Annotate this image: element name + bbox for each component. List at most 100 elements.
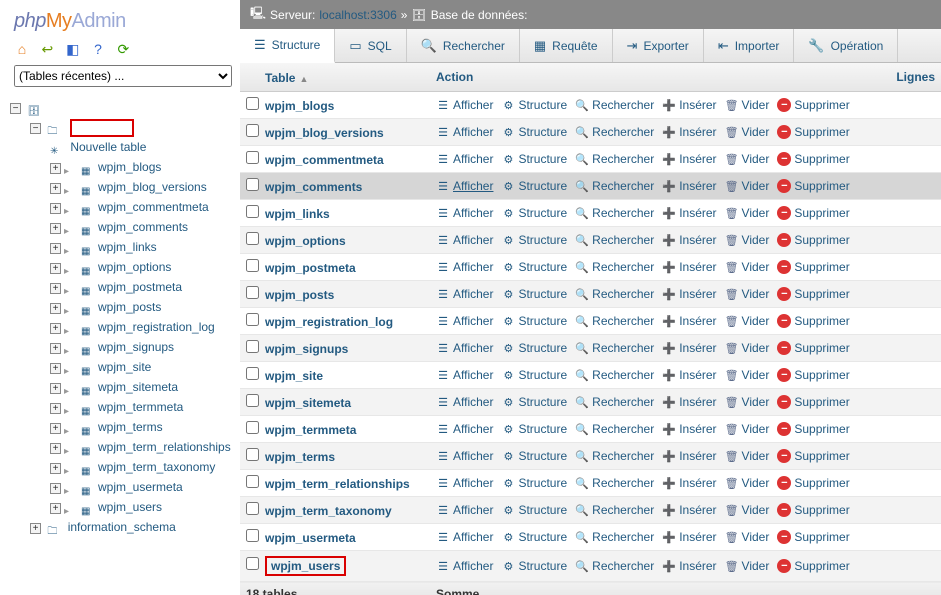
table-name-link[interactable]: wpjm_usermeta: [265, 531, 356, 545]
search-action[interactable]: 🔍Rechercher: [575, 503, 654, 517]
tab-structure[interactable]: ☰Structure: [240, 29, 335, 63]
expand-icon[interactable]: +: [50, 223, 61, 234]
search-action[interactable]: 🔍Rechercher: [575, 206, 654, 220]
search-action[interactable]: 🔍Rechercher: [575, 368, 654, 382]
drop-action[interactable]: −Supprimer: [777, 395, 849, 409]
browse-action[interactable]: ☰Afficher: [436, 530, 493, 544]
sidebar-table-link[interactable]: wpjm_registration_log: [98, 320, 215, 334]
search-action[interactable]: 🔍Rechercher: [575, 260, 654, 274]
row-checkbox[interactable]: [246, 151, 259, 164]
empty-action[interactable]: 🗑Vider: [725, 476, 770, 490]
browse-action[interactable]: ☰Afficher: [436, 395, 493, 409]
expand-icon[interactable]: +: [50, 423, 61, 434]
insert-action[interactable]: ➕Insérer: [662, 395, 716, 409]
structure-action[interactable]: ⚙Structure: [501, 152, 567, 166]
drop-action[interactable]: −Supprimer: [777, 476, 849, 490]
empty-action[interactable]: 🗑Vider: [725, 530, 770, 544]
help-icon[interactable]: ?: [90, 41, 106, 57]
table-name-link[interactable]: wpjm_sitemeta: [265, 396, 351, 410]
row-checkbox[interactable]: [246, 421, 259, 434]
expand-icon[interactable]: +: [30, 523, 41, 534]
row-checkbox[interactable]: [246, 313, 259, 326]
structure-action[interactable]: ⚙Structure: [501, 395, 567, 409]
new-table[interactable]: ✳ Nouvelle table: [50, 137, 240, 157]
table-name-link[interactable]: wpjm_blogs: [265, 99, 334, 113]
tab-import[interactable]: ⇤Importer: [704, 29, 795, 62]
search-action[interactable]: 🔍Rechercher: [575, 179, 654, 193]
browse-action[interactable]: ☰Afficher: [436, 422, 493, 436]
logout-icon[interactable]: ↩: [39, 41, 55, 57]
search-action[interactable]: 🔍Rechercher: [575, 98, 654, 112]
insert-action[interactable]: ➕Insérer: [662, 368, 716, 382]
row-checkbox[interactable]: [246, 475, 259, 488]
collapse-icon[interactable]: −: [10, 103, 21, 114]
drop-action[interactable]: −Supprimer: [777, 314, 849, 328]
browse-action[interactable]: ☰Afficher: [436, 152, 493, 166]
row-checkbox[interactable]: [246, 529, 259, 542]
sidebar-table-link[interactable]: wpjm_commentmeta: [98, 200, 209, 214]
expand-icon[interactable]: +: [50, 303, 61, 314]
browse-action[interactable]: ☰Afficher: [436, 559, 493, 573]
row-checkbox[interactable]: [246, 367, 259, 380]
row-checkbox[interactable]: [246, 205, 259, 218]
sidebar-table-link[interactable]: wpjm_signups: [98, 340, 174, 354]
structure-action[interactable]: ⚙Structure: [501, 341, 567, 355]
insert-action[interactable]: ➕Insérer: [662, 206, 716, 220]
browse-action[interactable]: ☰Afficher: [436, 233, 493, 247]
insert-action[interactable]: ➕Insérer: [662, 152, 716, 166]
empty-action[interactable]: 🗑Vider: [725, 98, 770, 112]
browse-action[interactable]: ☰Afficher: [436, 449, 493, 463]
structure-action[interactable]: ⚙Structure: [501, 530, 567, 544]
tab-export[interactable]: ⇥Exporter: [613, 29, 704, 62]
row-checkbox[interactable]: [246, 448, 259, 461]
drop-action[interactable]: −Supprimer: [777, 179, 849, 193]
expand-icon[interactable]: +: [50, 263, 61, 274]
structure-action[interactable]: ⚙Structure: [501, 233, 567, 247]
drop-action[interactable]: −Supprimer: [777, 368, 849, 382]
empty-action[interactable]: 🗑Vider: [725, 206, 770, 220]
sidebar-table-link[interactable]: wpjm_blogs: [98, 160, 161, 174]
structure-action[interactable]: ⚙Structure: [501, 206, 567, 220]
search-action[interactable]: 🔍Rechercher: [575, 476, 654, 490]
expand-icon[interactable]: +: [50, 183, 61, 194]
reload-icon[interactable]: ⟳: [115, 41, 131, 57]
insert-action[interactable]: ➕Insérer: [662, 233, 716, 247]
table-name-link[interactable]: wpjm_posts: [265, 288, 334, 302]
browse-action[interactable]: ☰Afficher: [436, 125, 493, 139]
search-action[interactable]: 🔍Rechercher: [575, 530, 654, 544]
insert-action[interactable]: ➕Insérer: [662, 260, 716, 274]
table-name-link[interactable]: wpjm_term_taxonomy: [265, 504, 392, 518]
row-checkbox[interactable]: [246, 259, 259, 272]
sidebar-table-link[interactable]: wpjm_postmeta: [98, 280, 182, 294]
insert-action[interactable]: ➕Insérer: [662, 476, 716, 490]
row-checkbox[interactable]: [246, 97, 259, 110]
sidebar-table-link[interactable]: wpjm_comments: [98, 220, 188, 234]
empty-action[interactable]: 🗑Vider: [725, 449, 770, 463]
table-name-link[interactable]: wpjm_term_relationships: [265, 477, 410, 491]
structure-action[interactable]: ⚙Structure: [501, 179, 567, 193]
drop-action[interactable]: −Supprimer: [777, 152, 849, 166]
expand-icon[interactable]: +: [50, 363, 61, 374]
tab-search[interactable]: 🔍Rechercher: [407, 29, 520, 62]
table-name-link[interactable]: wpjm_blog_versions: [265, 126, 384, 140]
expand-icon[interactable]: +: [50, 323, 61, 334]
structure-action[interactable]: ⚙Structure: [501, 287, 567, 301]
structure-action[interactable]: ⚙Structure: [501, 125, 567, 139]
drop-action[interactable]: −Supprimer: [777, 260, 849, 274]
drop-action[interactable]: −Supprimer: [777, 559, 849, 573]
search-action[interactable]: 🔍Rechercher: [575, 314, 654, 328]
empty-action[interactable]: 🗑Vider: [725, 368, 770, 382]
browse-action[interactable]: ☰Afficher: [436, 503, 493, 517]
expand-icon[interactable]: +: [50, 203, 61, 214]
insert-action[interactable]: ➕Insérer: [662, 314, 716, 328]
table-name-link[interactable]: wpjm_users: [265, 556, 346, 576]
expand-icon[interactable]: +: [50, 503, 61, 514]
table-name-link[interactable]: wpjm_terms: [265, 450, 335, 464]
insert-action[interactable]: ➕Insérer: [662, 179, 716, 193]
drop-action[interactable]: −Supprimer: [777, 233, 849, 247]
empty-action[interactable]: 🗑Vider: [725, 503, 770, 517]
table-name-link[interactable]: wpjm_signups: [265, 342, 348, 356]
browse-action[interactable]: ☰Afficher: [436, 179, 493, 193]
browse-action[interactable]: ☰Afficher: [436, 341, 493, 355]
table-name-link[interactable]: wpjm_registration_log: [265, 315, 393, 329]
